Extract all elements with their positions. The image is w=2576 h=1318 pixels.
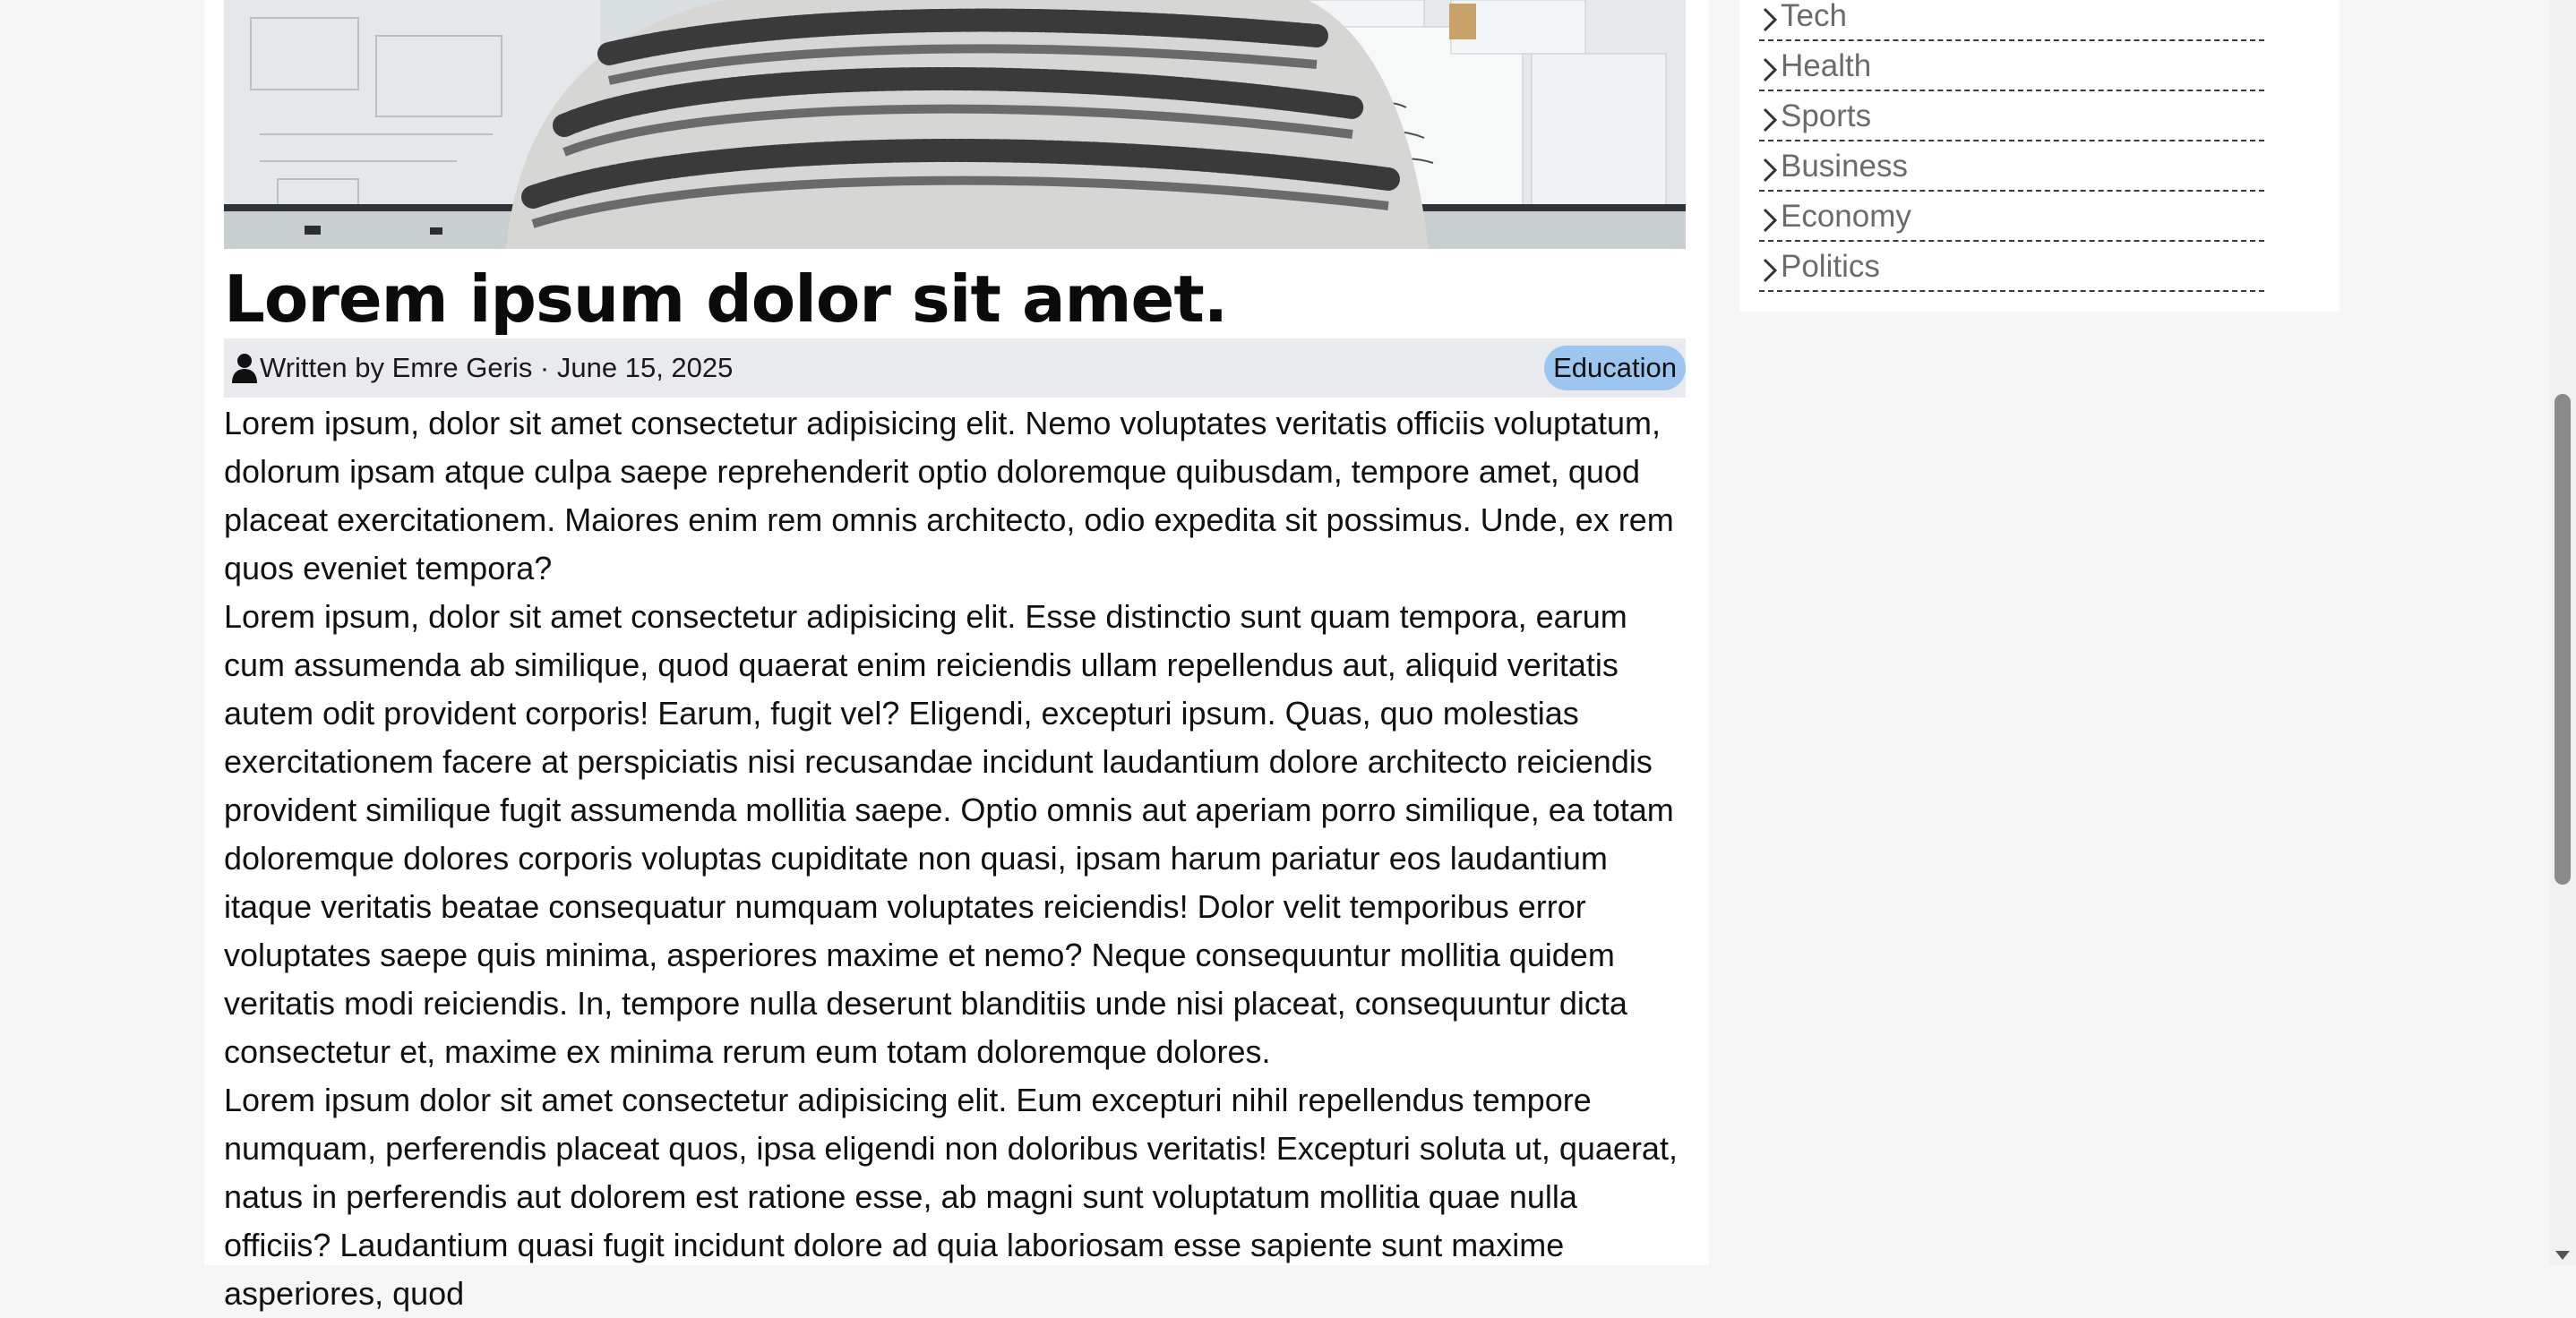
chevron-right-icon (1763, 208, 1778, 233)
category-list: Tech Health Sports Business Economy Poli… (1759, 0, 2264, 294)
paragraph-1: Lorem ipsum, dolor sit amet consectetur … (224, 405, 1674, 586)
category-label: Politics (1781, 249, 1880, 284)
category-item-business[interactable]: Business (1759, 143, 2264, 192)
article-body: Lorem ipsum, dolor sit amet consectetur … (224, 399, 1689, 1318)
article-panel: Lorem ipsum dolor sit amet. Written by E… (204, 0, 1709, 1312)
category-label: Business (1781, 149, 1909, 184)
vertical-scrollbar[interactable] (2549, 0, 2576, 1265)
category-label: Economy (1781, 199, 1911, 234)
paragraph-3: Lorem ipsum dolor sit amet consectetur a… (224, 1082, 1678, 1312)
user-icon (231, 353, 258, 383)
byline-text: Written by Emre Geris · June 15, 2025 (260, 352, 734, 383)
category-item-health[interactable]: Health (1759, 43, 2264, 91)
article-title: Lorem ipsum dolor sit amet. (224, 261, 1228, 337)
category-item-tech[interactable]: Tech (1759, 0, 2264, 41)
category-label: Health (1781, 48, 1872, 83)
scrollbar-thumb[interactable] (2555, 394, 2571, 885)
paragraph-2: Lorem ipsum, dolor sit amet consectetur … (224, 598, 1674, 1070)
chevron-right-icon (1763, 107, 1778, 133)
category-tag[interactable]: Education (1544, 346, 1686, 390)
categories-sidebar: Tech Health Sports Business Economy Poli… (1739, 0, 2340, 312)
chevron-right-icon (1763, 57, 1778, 82)
byline-group: Written by Emre Geris · June 15, 2025 (231, 352, 733, 384)
hero-image (224, 0, 1686, 249)
scroll-down-arrow-icon[interactable] (2555, 1251, 2570, 1260)
chevron-right-icon (1763, 158, 1778, 183)
chevron-right-icon (1763, 258, 1778, 283)
category-label: Sports (1781, 98, 1872, 133)
category-item-sports[interactable]: Sports (1759, 93, 2264, 141)
category-label: Tech (1781, 0, 1847, 33)
hero-photo-illustration (224, 0, 1686, 249)
article-meta-bar: Written by Emre Geris · June 15, 2025 Ed… (224, 338, 1686, 398)
chevron-right-icon (1763, 7, 1778, 32)
category-item-economy[interactable]: Economy (1759, 193, 2264, 242)
category-item-politics[interactable]: Politics (1759, 244, 2264, 292)
